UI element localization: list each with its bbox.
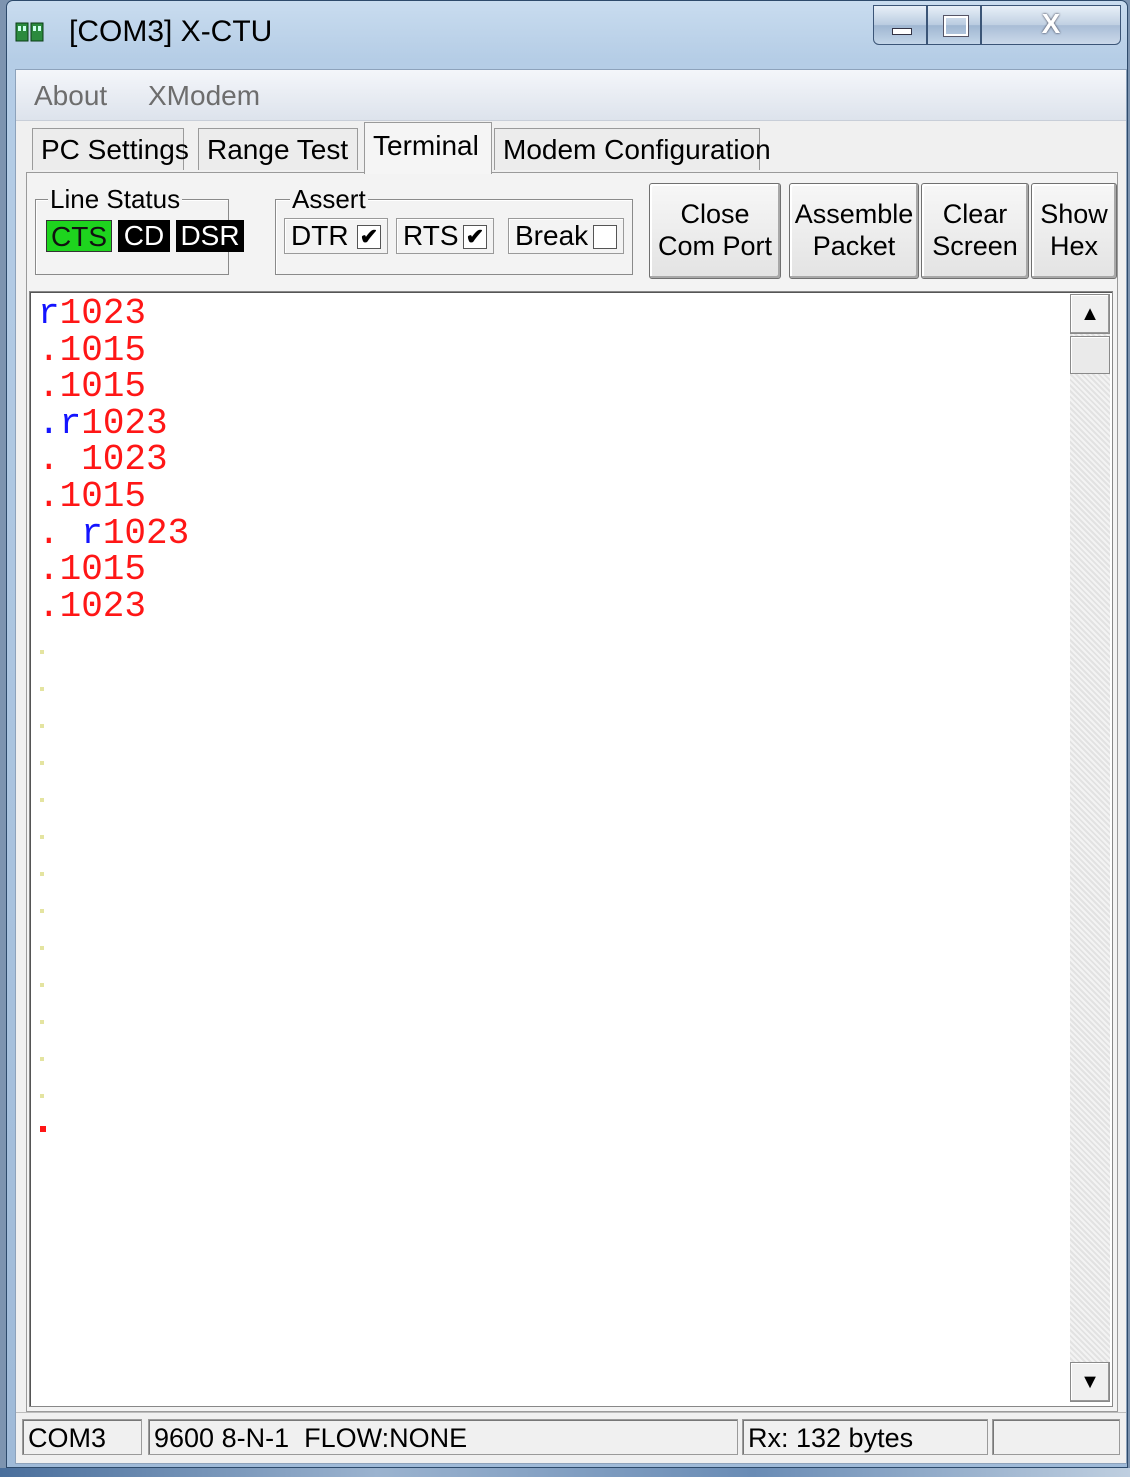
faint-dot <box>40 983 44 987</box>
scroll-up-icon[interactable]: ▲ <box>1070 294 1110 334</box>
xctu-app-icon <box>15 22 44 42</box>
show-hex-line2: Hex <box>1049 231 1098 261</box>
rts-label: RTS <box>403 220 459 251</box>
faint-dot <box>40 650 44 654</box>
rts-checkbox[interactable]: RTS ✔ <box>396 218 494 254</box>
sent-text: r <box>81 512 103 554</box>
received-text: .1015 <box>38 475 147 517</box>
status-rx-bytes: Rx: 132 bytes <box>742 1419 988 1455</box>
cd-indicator: CD <box>118 220 170 252</box>
tab-range-test[interactable]: Range Test <box>198 128 358 170</box>
faint-dot <box>40 724 44 728</box>
scroll-down-icon[interactable]: ▼ <box>1070 1362 1110 1402</box>
received-text: 1023 <box>59 293 147 334</box>
dsr-indicator: DSR <box>176 220 244 252</box>
terminal-line: .1023 <box>38 585 189 627</box>
faint-dot <box>40 1020 44 1024</box>
menu-xmodem[interactable]: XModem <box>148 80 260 112</box>
received-text: .1015 <box>38 549 147 591</box>
close-com-port-button[interactable]: Close Com Port <box>649 183 781 279</box>
break-label: Break <box>515 220 589 251</box>
close-window-button[interactable]: X <box>981 5 1121 45</box>
received-text: 1023 <box>102 512 190 554</box>
assemble-packet-line2: Packet <box>812 231 896 261</box>
break-checkbox[interactable]: Break <box>508 218 624 254</box>
rts-checkmark-icon[interactable]: ✔ <box>463 225 487 249</box>
terminal-lines: r1023.1015.1015 .r1023. 1023.1015. r1023.… <box>38 293 190 627</box>
status-settings: 9600 8-N-1 FLOW:NONE <box>148 1419 738 1455</box>
received-text: .1023 <box>38 585 147 627</box>
assemble-packet-line1: Assemble <box>794 199 914 229</box>
line-status-group: Line Status CTS CD DSR <box>35 184 244 275</box>
faint-dot <box>40 835 44 839</box>
received-text: . <box>38 512 82 554</box>
close-com-port-line2: Com Port <box>657 231 773 261</box>
terminal-line: r1023 <box>38 293 189 334</box>
app-window: [COM3] X-CTU X About XModem PC Settings … <box>6 0 1128 1468</box>
faint-dot <box>40 909 44 913</box>
tab-pc-settings[interactable]: PC Settings <box>32 128 189 170</box>
status-port: COM3 <box>22 1419 142 1455</box>
cts-indicator: CTS <box>46 220 112 252</box>
received-text: .1015 <box>38 366 147 408</box>
sent-text: r <box>38 293 60 334</box>
faint-dot <box>40 1094 44 1098</box>
title-bar[interactable]: [COM3] X-CTU X <box>7 1 1127 69</box>
maximize-icon <box>944 16 968 36</box>
maximize-button[interactable] <box>927 5 981 45</box>
faint-dot <box>40 872 44 876</box>
faint-dot <box>40 946 44 950</box>
window-title: [COM3] X-CTU <box>69 15 273 48</box>
faint-dot <box>40 761 44 765</box>
menu-bar: About XModem <box>16 70 1126 121</box>
terminal-tab-panel: Line Status CTS CD DSR Assert DTR ✔ RTS … <box>26 172 1118 1412</box>
tab-modem-configuration[interactable]: Modem Configuration <box>494 128 771 170</box>
received-text: . 1023 <box>38 439 168 481</box>
show-hex-button[interactable]: Show Hex <box>1031 183 1117 279</box>
break-unchecked-box[interactable] <box>593 225 617 249</box>
menu-about[interactable]: About <box>34 80 107 112</box>
terminal-scrollbar[interactable]: ▲ ▼ <box>1070 294 1110 1402</box>
dtr-label: DTR <box>291 220 349 251</box>
terminal-line: .1015 <box>38 475 189 517</box>
received-text: 1023 <box>81 402 168 444</box>
assert-group: Assert DTR ✔ RTS ✔ Break <box>275 184 633 275</box>
faint-dot <box>40 687 44 691</box>
terminal-cursor-dot <box>40 1126 46 1132</box>
show-hex-line1: Show <box>1040 199 1108 229</box>
status-bar: COM3 9600 8-N-1 FLOW:NONE Rx: 132 bytes <box>16 1412 1126 1463</box>
minimize-icon <box>892 28 912 35</box>
assemble-packet-button[interactable]: Assemble Packet <box>789 183 919 279</box>
faint-dot <box>40 798 44 802</box>
received-text: .1015 <box>38 329 147 371</box>
close-com-port-line1: Close <box>680 199 750 229</box>
status-extra <box>992 1419 1120 1455</box>
dtr-checkbox[interactable]: DTR ✔ <box>284 218 388 254</box>
terminal-line: . r1023 <box>38 512 190 554</box>
tab-terminal[interactable]: Terminal <box>364 122 492 174</box>
desktop-taskbar-strip <box>0 1468 1130 1477</box>
clear-screen-line1: Clear <box>942 199 1008 229</box>
terminal-output[interactable]: r1023.1015.1015 .r1023. 1023.1015. r1023.… <box>29 291 1113 1407</box>
close-icon: X <box>1041 8 1061 39</box>
clear-screen-button[interactable]: Clear Screen <box>921 183 1029 279</box>
terminal-line: .1015 <box>38 329 189 371</box>
line-status-label: Line Status <box>48 184 183 215</box>
scroll-thumb[interactable] <box>1070 336 1110 374</box>
sent-text: .r <box>38 402 82 444</box>
terminal-line: .r1023 <box>38 402 189 444</box>
minimize-button[interactable] <box>873 5 927 45</box>
client-area: About XModem PC Settings Range Test Term… <box>15 69 1127 1464</box>
terminal-line: .1015 <box>38 549 189 591</box>
dtr-checkmark-icon[interactable]: ✔ <box>357 225 381 249</box>
clear-screen-line2: Screen <box>932 231 1018 261</box>
assert-label: Assert <box>290 184 368 215</box>
faint-dot <box>40 1057 44 1061</box>
terminal-line: .1015 <box>38 366 189 408</box>
terminal-line: . 1023 <box>38 442 189 479</box>
